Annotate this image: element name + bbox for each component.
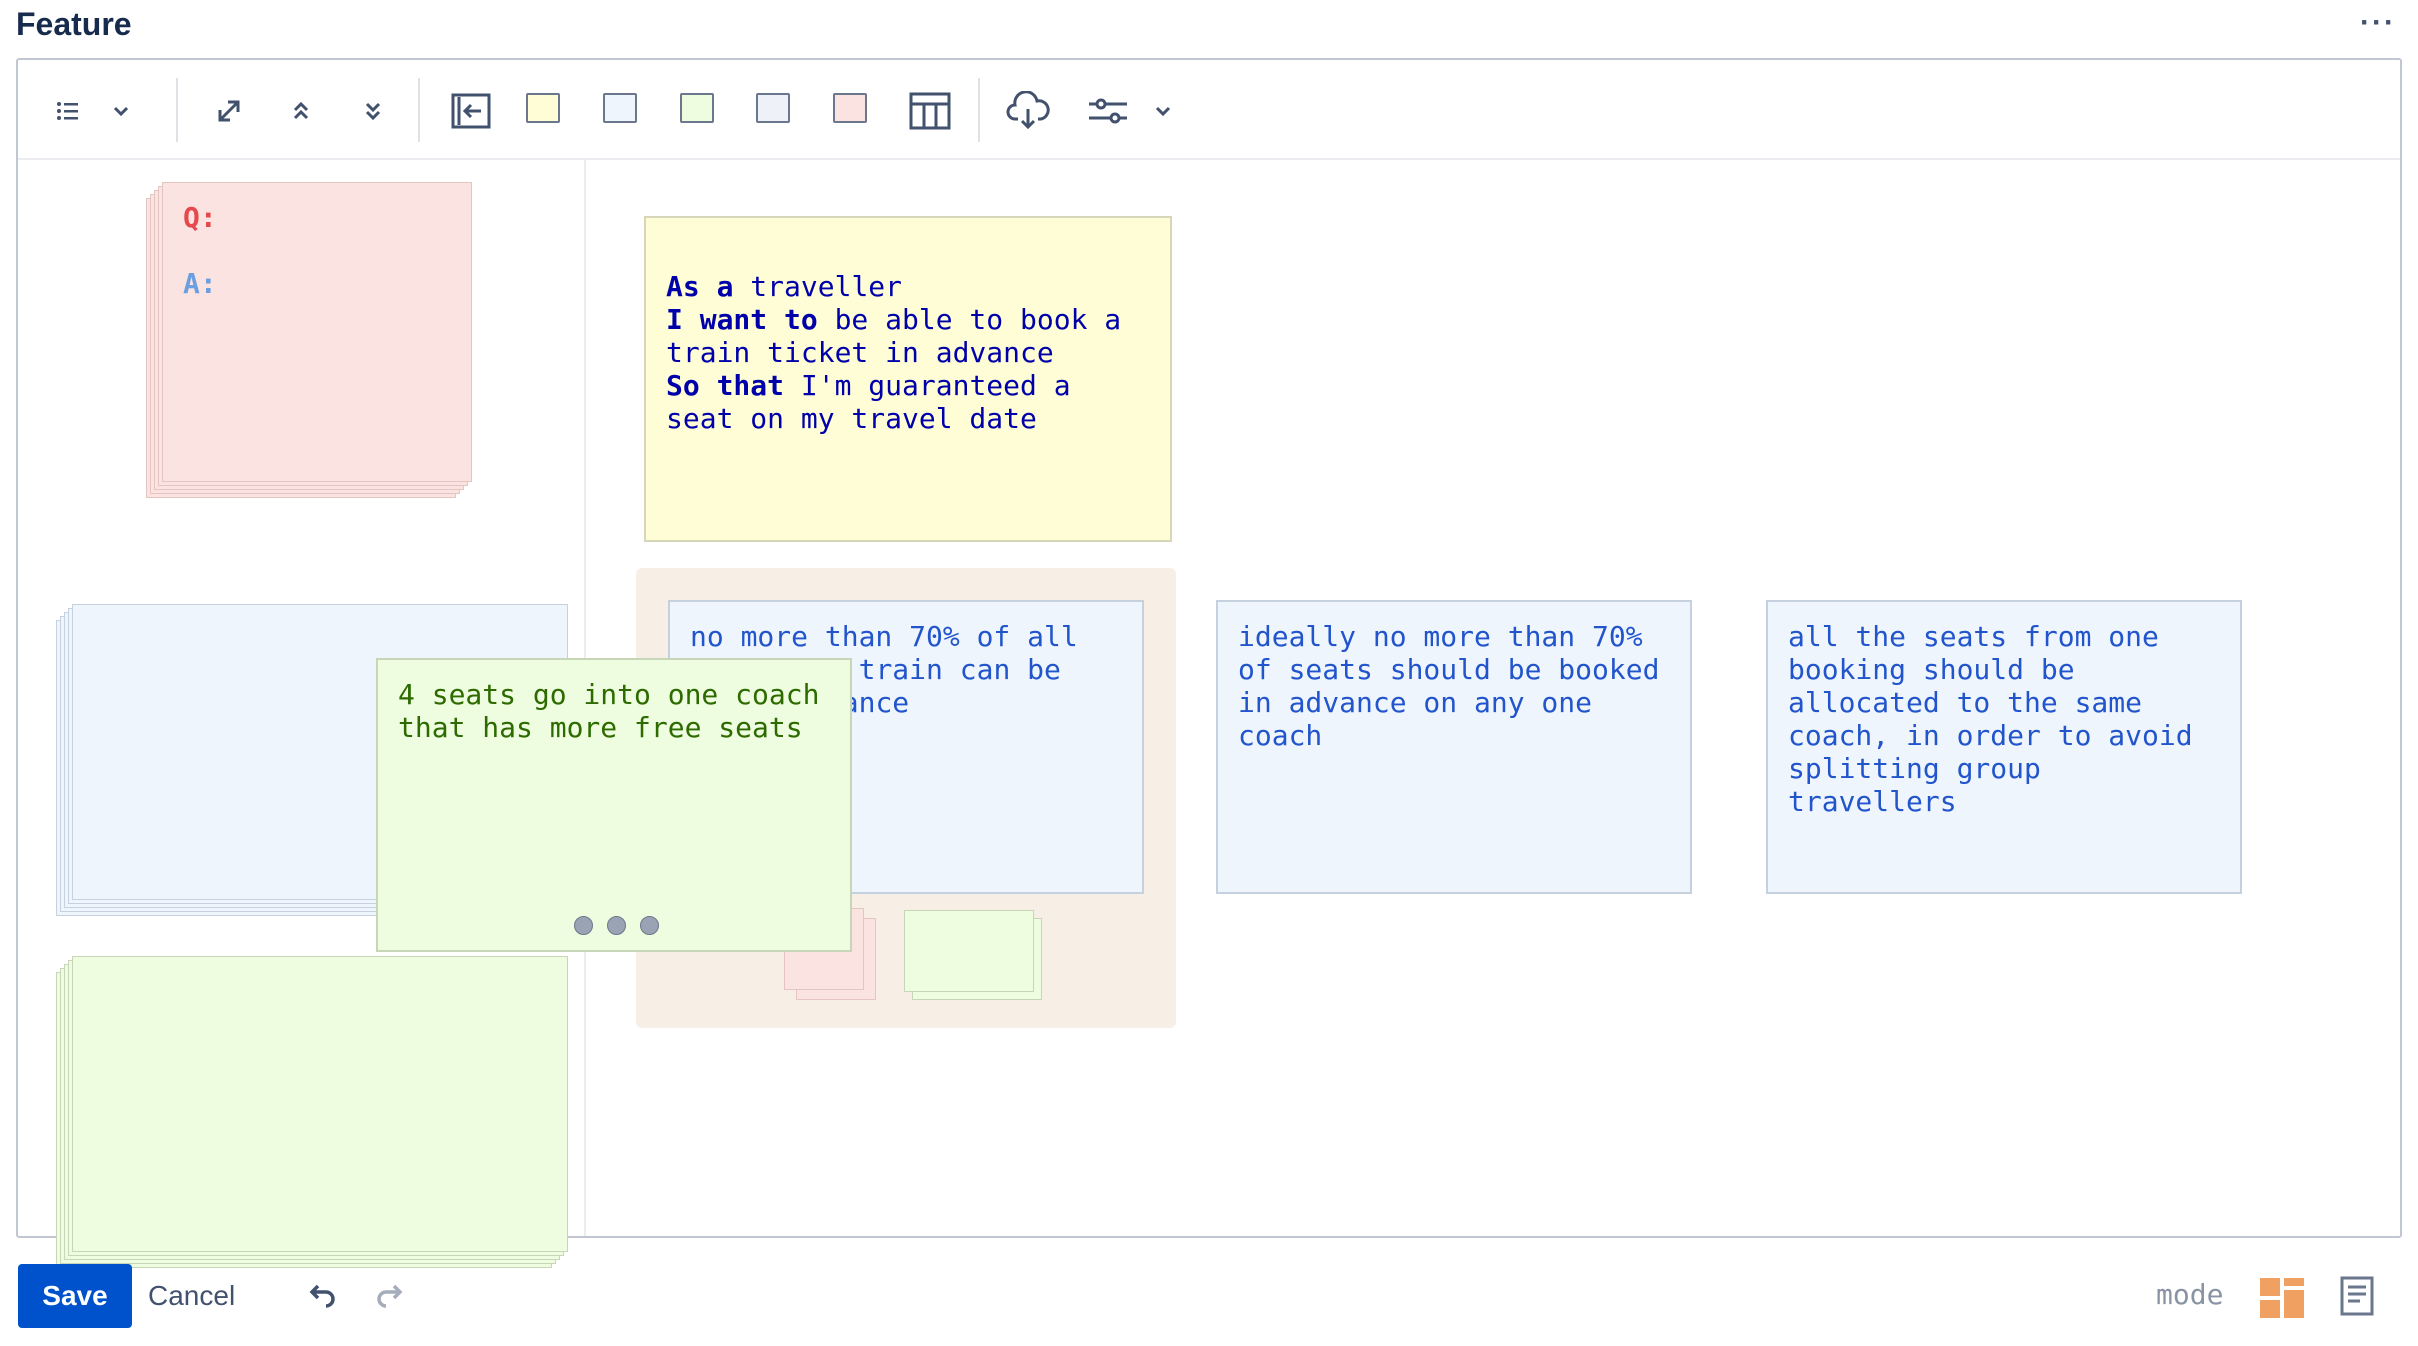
- page-title: Feature: [16, 6, 132, 42]
- story-keyword: I want to: [666, 303, 818, 336]
- exit-icon[interactable]: [446, 82, 496, 140]
- chevron-down-icon[interactable]: [1146, 82, 1180, 140]
- mapping-canvas[interactable]: As a traveller I want to be able to book…: [586, 160, 2400, 1236]
- grey-sticky-swatch[interactable]: [756, 93, 790, 123]
- list-icon[interactable]: [48, 82, 88, 140]
- redo-icon[interactable]: [374, 1278, 414, 1318]
- story-text: traveller: [733, 270, 903, 303]
- cloud-download-icon[interactable]: [998, 82, 1058, 140]
- rule-card[interactable]: ideally no more than 70% of seats should…: [1216, 600, 1692, 894]
- user-story-card[interactable]: As a traveller I want to be able to book…: [644, 216, 1172, 542]
- more-options-button[interactable]: ···: [2360, 6, 2396, 40]
- board-mode-icon[interactable]: [2260, 1278, 2304, 1318]
- collapse-down-icon[interactable]: [348, 82, 398, 140]
- toolbar-divider: [418, 78, 420, 142]
- mini-example-card[interactable]: [904, 910, 1034, 992]
- collapse-up-icon[interactable]: [276, 82, 326, 140]
- blue-sticky-swatch[interactable]: [603, 93, 637, 123]
- chevron-down-icon[interactable]: [104, 82, 138, 140]
- example-text: 4 seats go into one coach that has more …: [398, 678, 820, 744]
- story-keyword: As a: [666, 270, 734, 303]
- document-mode-icon[interactable]: [2340, 1276, 2376, 1318]
- rule-card[interactable]: all the seats from one booking should be…: [1766, 600, 2242, 894]
- toolbar-divider: [176, 78, 178, 142]
- undo-icon[interactable]: [304, 1278, 344, 1318]
- question-label: Q:: [183, 201, 217, 234]
- toolbar: [18, 60, 2400, 160]
- table-icon[interactable]: [902, 82, 958, 140]
- dragged-example-card[interactable]: 4 seats go into one coach that has more …: [376, 658, 852, 952]
- pink-sticky-swatch[interactable]: [833, 93, 867, 123]
- save-button[interactable]: Save: [18, 1264, 132, 1328]
- expand-icon[interactable]: [204, 82, 254, 140]
- story-keyword: So that: [666, 369, 785, 402]
- answer-label: A:: [183, 267, 217, 300]
- toolbar-divider: [978, 78, 980, 142]
- mode-label: mode: [2156, 1278, 2224, 1311]
- yellow-sticky-swatch[interactable]: [526, 93, 560, 123]
- sliders-icon[interactable]: [1080, 82, 1136, 140]
- mapping-editor: Q: A: As a traveller I want to be able t…: [16, 58, 2402, 1268]
- drag-handle[interactable]: [574, 916, 659, 935]
- cancel-button[interactable]: Cancel: [148, 1264, 235, 1328]
- green-sticky-swatch[interactable]: [680, 93, 714, 123]
